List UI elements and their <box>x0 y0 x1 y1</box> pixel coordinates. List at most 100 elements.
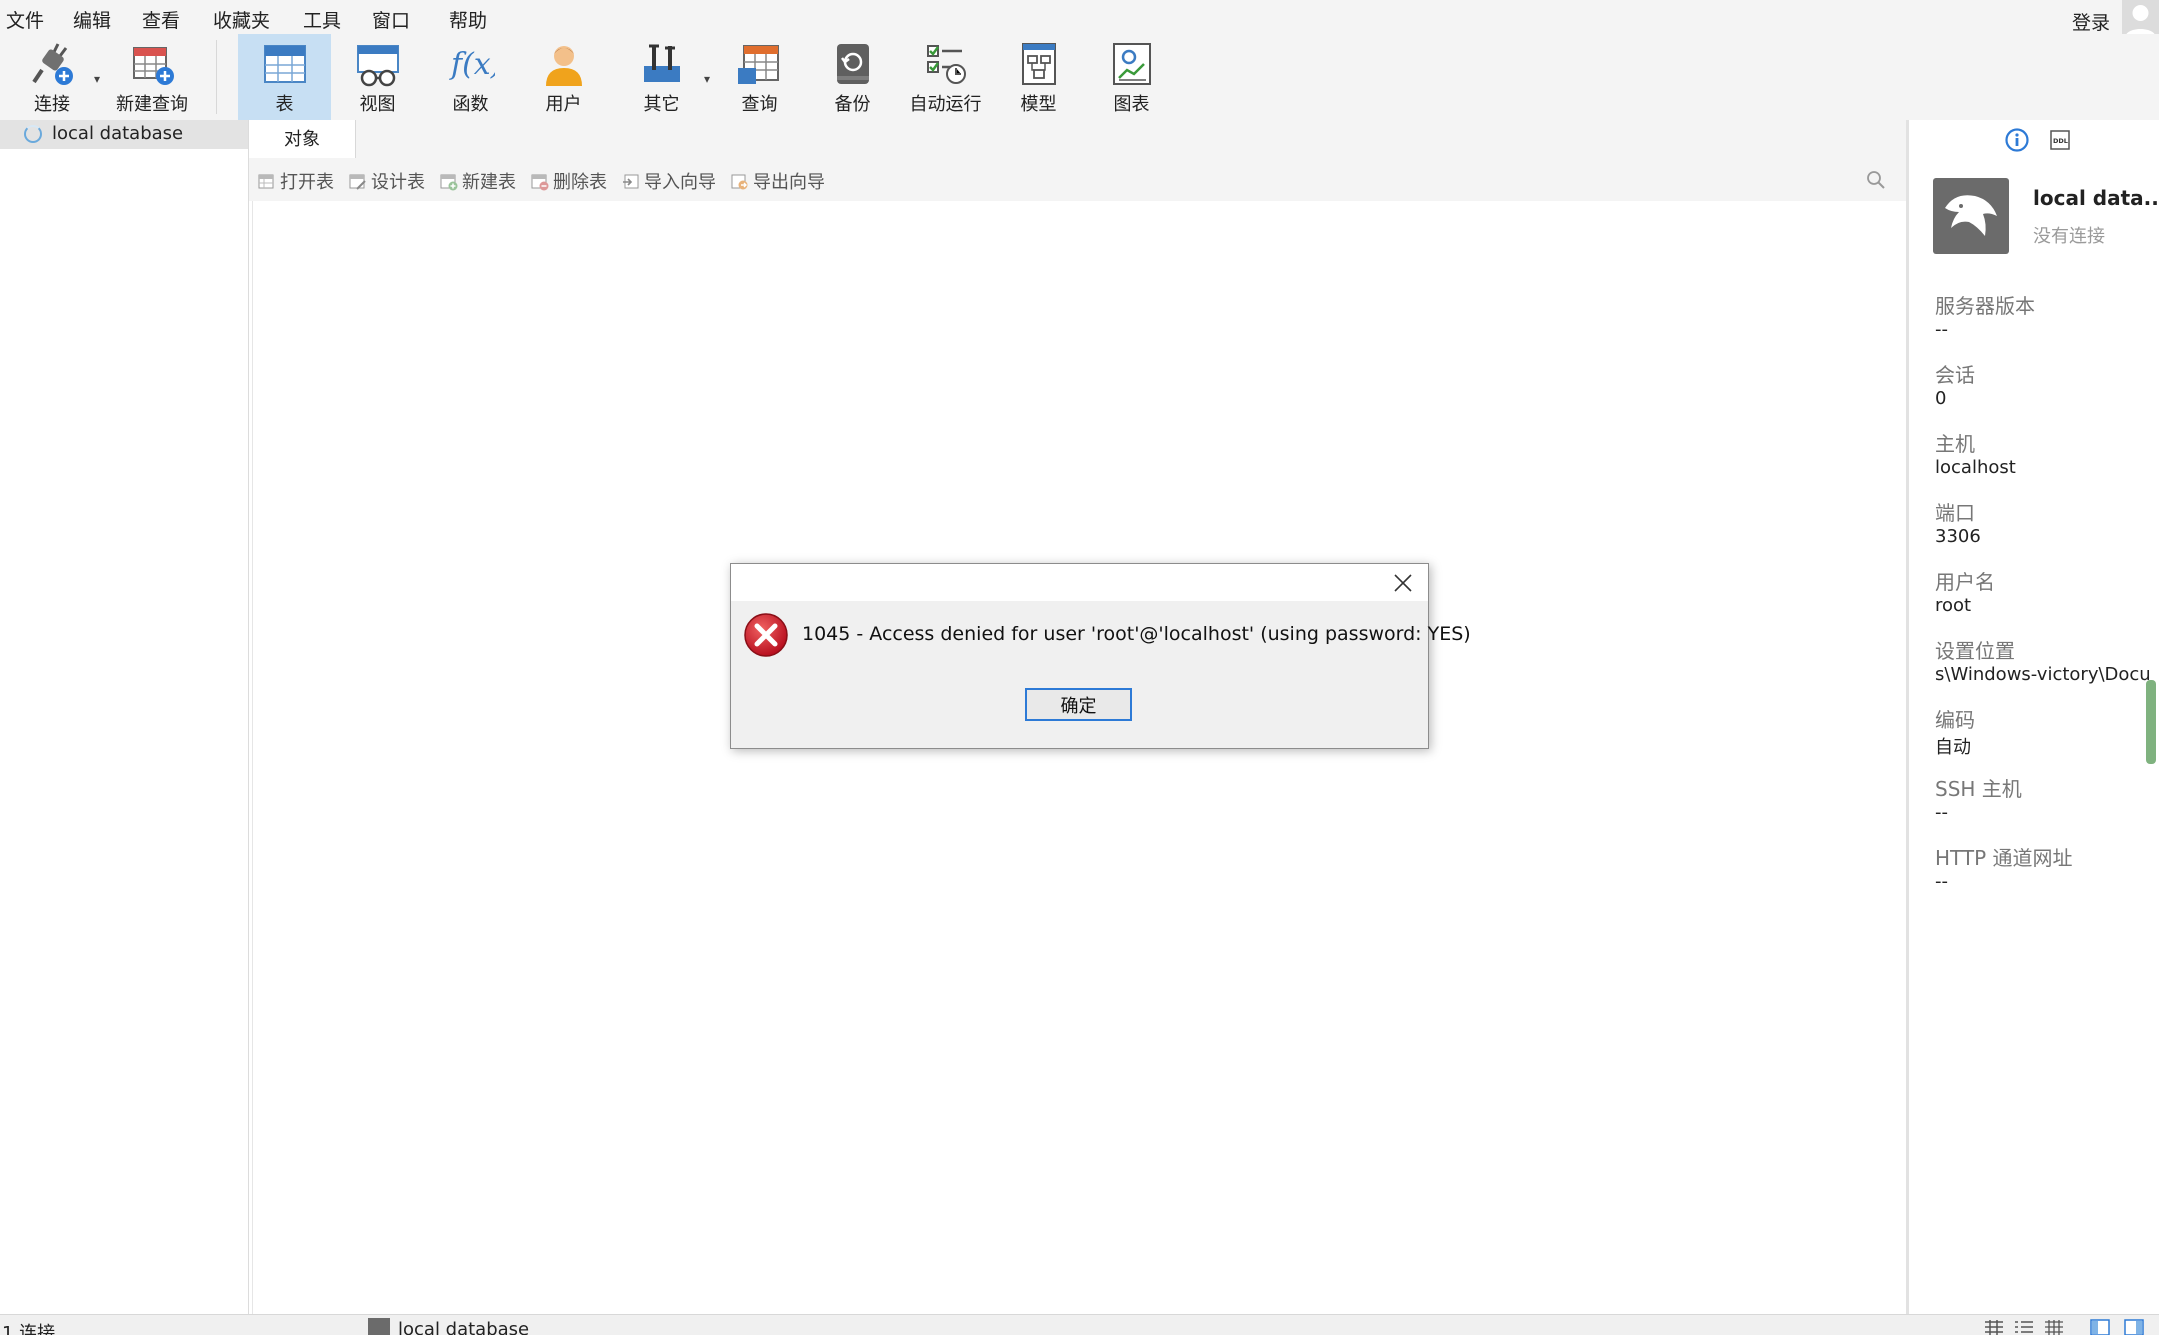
import-wizard-icon <box>623 174 639 189</box>
prop-label-ssh-host: SSH 主机 <box>1935 777 2022 801</box>
chart-graph-icon <box>1112 43 1151 85</box>
query-button[interactable]: 查询 <box>713 34 806 120</box>
delete-table-button[interactable]: 删除表 <box>531 168 607 194</box>
export-wizard-icon <box>731 174 748 190</box>
view-label: 视图 <box>359 94 396 115</box>
prop-value-settings-location: s\Windows-victory\Docu <box>1935 664 2151 685</box>
info-panel-header: DDL <box>1909 120 2159 158</box>
design-table-button[interactable]: 设计表 <box>349 168 425 194</box>
prop-value-username: root <box>1935 595 1972 616</box>
object-toolbar: 打开表 设计表 新建表 删除表 导入向导 导出向导 <box>249 158 1906 201</box>
info-panel-scrollbar[interactable] <box>2146 680 2156 764</box>
new-table-label: 新建表 <box>462 172 516 193</box>
open-table-label: 打开表 <box>280 172 334 193</box>
new-table-button[interactable]: 新建表 <box>440 168 516 194</box>
prop-label-host: 主机 <box>1935 432 1975 456</box>
info-icon[interactable] <box>2005 128 2029 152</box>
svg-text:f(x): f(x) <box>449 47 495 82</box>
prop-value-port: 3306 <box>1935 526 1981 547</box>
close-icon[interactable] <box>1392 572 1414 594</box>
tab-objects[interactable]: 对象 <box>249 120 356 158</box>
menu-bar: 文件 编辑 查看 收藏夹 工具 窗口 帮助 登录 <box>0 0 2159 38</box>
user-label: 用户 <box>545 94 582 115</box>
connect-dropdown-caret-icon[interactable]: ▾ <box>94 72 100 86</box>
prop-label-settings-location: 设置位置 <box>1935 639 2015 663</box>
toggle-left-panel-icon[interactable] <box>2089 1319 2111 1335</box>
model-button[interactable]: 模型 <box>992 34 1085 120</box>
connect-button[interactable]: 连接 <box>10 34 94 120</box>
grid-view-icon[interactable] <box>1983 1319 2005 1335</box>
connection-tree-panel: local database <box>0 120 249 1314</box>
menu-favorites[interactable]: 收藏夹 <box>213 6 270 33</box>
export-wizard-label: 导出向导 <box>753 172 825 193</box>
login-link[interactable]: 登录 <box>2072 8 2110 35</box>
avatar[interactable] <box>2122 0 2159 38</box>
toggle-right-panel-icon[interactable] <box>2123 1319 2145 1335</box>
prop-value-server-version: -- <box>1935 319 1948 340</box>
view-button[interactable]: 视图 <box>331 34 424 120</box>
other-dropdown-caret-icon[interactable]: ▾ <box>704 72 710 86</box>
dialog-title-bar <box>731 564 1428 601</box>
prop-value-ssh-host: -- <box>1935 802 1948 823</box>
prop-value-http-tunnel: -- <box>1935 871 1948 892</box>
delete-table-icon <box>531 174 549 191</box>
export-wizard-button[interactable]: 导出向导 <box>731 168 825 194</box>
dolphin-icon <box>1945 195 1997 236</box>
prop-value-encoding: 自动 <box>1935 737 1971 758</box>
error-message: 1045 - Access denied for user 'root'@'lo… <box>802 623 1471 645</box>
status-connection-name: local database <box>398 1319 530 1335</box>
tab-bar: 对象 <box>249 120 1906 159</box>
automation-button[interactable]: 自动运行 <box>899 34 992 120</box>
automation-checklist-icon <box>926 45 966 84</box>
new-query-grid-icon <box>133 47 174 85</box>
open-table-button[interactable]: 打开表 <box>258 168 334 194</box>
function-button[interactable]: f(x) 函数 <box>424 34 517 120</box>
detail-view-icon[interactable] <box>2043 1319 2065 1335</box>
user-button[interactable]: 用户 <box>517 34 610 120</box>
loading-spinner-icon <box>24 125 42 143</box>
view-glasses-icon <box>356 45 399 87</box>
function-label: 函数 <box>452 94 489 115</box>
error-icon <box>744 613 788 657</box>
menu-view[interactable]: 查看 <box>142 6 180 33</box>
tools-wrench-icon <box>643 44 680 82</box>
prop-label-http-tunnel: HTTP 通道网址 <box>1935 846 2073 870</box>
backup-label: 备份 <box>834 94 871 115</box>
connection-status: 没有连接 <box>2033 226 2105 247</box>
menu-tools[interactable]: 工具 <box>303 6 341 33</box>
other-button[interactable]: 其它 <box>615 34 708 120</box>
new-query-label: 新建查询 <box>116 94 188 115</box>
chart-button[interactable]: 图表 <box>1085 34 1178 120</box>
menu-help[interactable]: 帮助 <box>449 6 487 33</box>
error-dialog: 1045 - Access denied for user 'root'@'lo… <box>730 563 1471 749</box>
model-label: 模型 <box>1020 94 1057 115</box>
main-toolbar: 连接 ▾ 新建查询 表 视图 f(x) <box>0 34 2159 121</box>
backup-button[interactable]: 备份 <box>806 34 899 120</box>
list-view-icon[interactable] <box>2013 1319 2035 1335</box>
prop-label-sessions: 会话 <box>1935 363 1975 387</box>
ddl-icon[interactable]: DDL <box>2049 129 2071 151</box>
backup-restore-icon <box>836 44 869 84</box>
plug-connect-icon <box>32 43 73 85</box>
prop-value-sessions: 0 <box>1935 388 1947 409</box>
import-wizard-button[interactable]: 导入向导 <box>622 168 716 194</box>
user-person-icon <box>545 46 582 86</box>
design-table-label: 设计表 <box>371 172 425 193</box>
new-query-button[interactable]: 新建查询 <box>108 34 196 120</box>
ok-button[interactable]: 确定 <box>1025 688 1132 721</box>
table-button[interactable]: 表 <box>238 34 331 120</box>
info-panel: DDL local data... 没有连接 服务器版本 -- 会话 0 主机 … <box>1906 120 2159 1314</box>
search-icon[interactable] <box>1866 170 1886 190</box>
svg-text:DDL: DDL <box>2053 137 2068 145</box>
function-fx-icon: f(x) <box>449 47 495 82</box>
connection-tree-item[interactable]: local database <box>0 120 248 149</box>
import-wizard-label: 导入向导 <box>644 172 716 193</box>
prop-label-username: 用户名 <box>1935 570 1995 594</box>
menu-window[interactable]: 窗口 <box>372 6 410 33</box>
menu-file[interactable]: 文件 <box>6 6 44 33</box>
menu-edit[interactable]: 编辑 <box>73 6 111 33</box>
toolbar-separator <box>216 40 217 114</box>
prop-value-host: localhost <box>1935 457 2016 478</box>
object-list-area[interactable] <box>252 201 1905 1314</box>
delete-table-label: 删除表 <box>553 172 607 193</box>
